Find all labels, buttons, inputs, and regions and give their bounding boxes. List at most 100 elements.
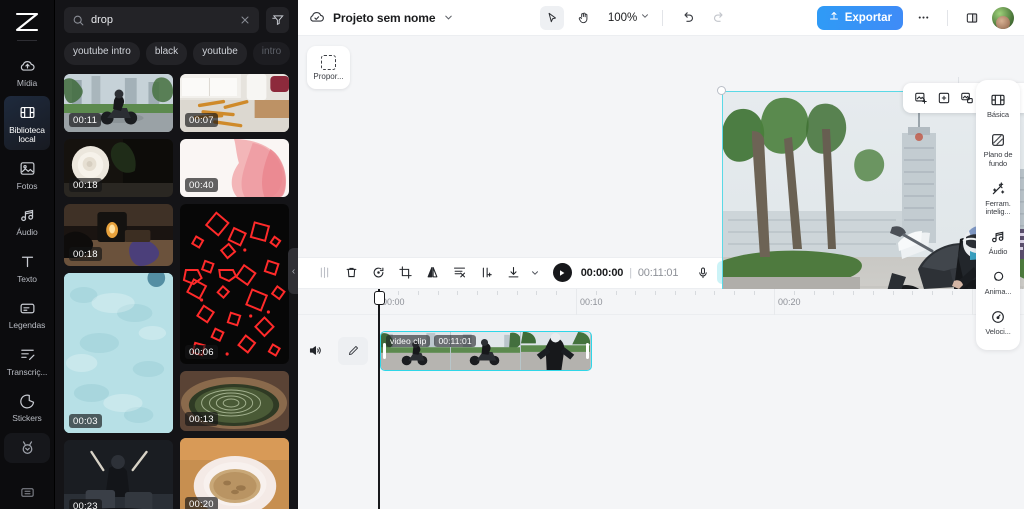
- remove-background-icon[interactable]: [447, 260, 472, 285]
- search-icon: [72, 14, 85, 27]
- total-duration: 00:11:01: [637, 266, 679, 279]
- media-thumbnail[interactable]: 00:23: [64, 440, 173, 509]
- layer-picker-icon[interactable]: [956, 88, 977, 109]
- dock-item-velocidade[interactable]: Veloci...: [978, 304, 1018, 341]
- tag-chip[interactable]: intro: [252, 42, 291, 65]
- keyboard-shortcuts-icon[interactable]: [20, 485, 35, 503]
- split-layout-icon[interactable]: [960, 6, 984, 30]
- thumbnail-duration: 00:18: [69, 247, 102, 261]
- filter-icon[interactable]: [266, 7, 289, 33]
- media-grid: 00:11 00:18 00:18 00:03 00:23 00:07 00:4…: [55, 65, 298, 509]
- rail-collapse-button[interactable]: [4, 432, 50, 463]
- user-avatar[interactable]: [992, 6, 1014, 29]
- dock-item-label: Veloci...: [985, 326, 1011, 336]
- dock-item-label: Plano de fundo: [983, 149, 1013, 168]
- video-track-row: video clip 00:11:01: [298, 329, 1024, 373]
- sidebar-item-label: Fotos: [16, 180, 38, 191]
- media-thumbnail[interactable]: 00:20: [180, 438, 289, 509]
- chevron-down-icon[interactable]: [528, 260, 541, 285]
- aspect-ratio-button[interactable]: Propor...: [307, 46, 350, 89]
- rotate-icon[interactable]: [366, 260, 391, 285]
- speaker-icon[interactable]: [300, 343, 330, 358]
- fit-to-frame-icon[interactable]: [933, 88, 954, 109]
- timeline[interactable]: 00:00 00:10 00:20 00:30: [298, 288, 1024, 509]
- media-thumbnail[interactable]: 00:06: [180, 204, 289, 364]
- panel-collapse-handle[interactable]: ‹: [288, 248, 298, 294]
- media-thumbnail[interactable]: 00:13: [180, 371, 289, 431]
- sidebar-item-fotos[interactable]: Fotos: [4, 152, 50, 197]
- media-grid-column-right: 00:07 00:40 00:06 00:13 00:20: [180, 74, 289, 509]
- tag-chip[interactable]: youtube intro: [64, 42, 140, 65]
- add-keyframe-icon[interactable]: [910, 88, 931, 109]
- zoom-level-control[interactable]: 100%: [608, 11, 650, 24]
- trash-icon[interactable]: [339, 260, 364, 285]
- sidebar-item-label: Biblioteca local: [9, 124, 45, 145]
- sidebar-item-stickers[interactable]: Stickers: [4, 384, 50, 429]
- left-nav-rail: Mídia Biblioteca local Fotos Áudio Texto…: [0, 0, 55, 509]
- time-divider: |: [629, 266, 632, 279]
- sidebar-item-label: Stickers: [12, 413, 42, 424]
- ruler-major-tick: [972, 288, 973, 315]
- download-icon[interactable]: [501, 260, 526, 285]
- clip-name: video clip: [386, 334, 431, 347]
- crop-icon[interactable]: [393, 260, 418, 285]
- split-icon[interactable]: [312, 260, 337, 285]
- sidebar-item-audio[interactable]: Áudio: [4, 198, 50, 243]
- thumbnail-duration: 00:18: [69, 178, 102, 192]
- sidebar-item-biblioteca-local[interactable]: Biblioteca local: [4, 95, 50, 150]
- chevron-down-icon[interactable]: [443, 12, 454, 23]
- close-icon[interactable]: [239, 14, 251, 26]
- media-thumbnail[interactable]: 00:11: [64, 74, 173, 132]
- sticker-icon: [17, 391, 37, 411]
- clip-badges: video clip 00:11:01: [386, 334, 476, 347]
- dock-item-animacao[interactable]: Anima...: [978, 264, 1018, 301]
- freeze-frame-icon[interactable]: [474, 260, 499, 285]
- media-thumbnail[interactable]: 00:18: [64, 204, 173, 266]
- dock-item-plano-de-fundo[interactable]: Plano de fundo: [978, 127, 1018, 173]
- clip-trim-handle-right[interactable]: [586, 342, 589, 359]
- export-button[interactable]: Exportar: [816, 5, 903, 30]
- thumbnail-duration: 00:07: [185, 113, 218, 127]
- current-time: 00:00:00: [580, 266, 624, 279]
- toolbar-divider: [662, 9, 664, 26]
- media-thumbnail[interactable]: 00:18: [64, 139, 173, 197]
- sidebar-item-midia[interactable]: Mídia: [4, 49, 50, 94]
- microphone-icon[interactable]: [690, 260, 715, 285]
- tag-chip[interactable]: black: [145, 42, 188, 65]
- ruler-major-tick: [576, 288, 577, 315]
- undo-icon[interactable]: [675, 6, 699, 30]
- properties-dock: Básica Plano de fundo Ferram. intelig...…: [976, 80, 1020, 350]
- sidebar-item-texto[interactable]: Texto: [4, 245, 50, 290]
- hand-icon[interactable]: [572, 6, 596, 30]
- pencil-icon[interactable]: [338, 336, 368, 365]
- ellipsis-icon[interactable]: [911, 6, 935, 30]
- timeline-ruler[interactable]: 00:00 00:10 00:20 00:30: [298, 288, 1024, 315]
- sidebar-item-label: Mídia: [16, 78, 38, 88]
- dock-item-audio[interactable]: Áudio: [978, 224, 1018, 261]
- export-button-label: Exportar: [844, 11, 892, 24]
- sidebar-item-legendas[interactable]: Legendas: [4, 291, 50, 336]
- search-box[interactable]: [64, 7, 259, 33]
- media-thumbnail[interactable]: 00:07: [180, 74, 289, 132]
- rail-divider: [17, 40, 37, 41]
- redo-icon[interactable]: [707, 6, 731, 30]
- timeline-clip[interactable]: video clip 00:11:01: [380, 330, 592, 371]
- mirror-icon[interactable]: [420, 260, 445, 285]
- media-thumbnail[interactable]: 00:40: [180, 139, 289, 197]
- dock-item-basica[interactable]: Básica: [978, 87, 1018, 124]
- tag-chip[interactable]: youtube: [193, 42, 247, 65]
- media-grid-column-left: 00:11 00:18 00:18 00:03 00:23: [64, 74, 173, 509]
- search-input[interactable]: [91, 14, 233, 26]
- media-thumbnail[interactable]: 00:03: [64, 273, 173, 433]
- timeline-playhead[interactable]: [373, 288, 385, 509]
- play-button[interactable]: [552, 263, 572, 282]
- sidebar-item-transcricao[interactable]: Transcriç...: [4, 338, 50, 383]
- sidebar-item-label: Transcriç...: [6, 366, 48, 377]
- cursor-arrow-icon[interactable]: [539, 5, 564, 30]
- cloud-check-icon[interactable]: [308, 9, 325, 26]
- capcut-logo-icon[interactable]: [10, 9, 44, 35]
- dock-item-ferramentas-inteligentes[interactable]: Ferram. intelig...: [978, 176, 1018, 222]
- playhead-handle[interactable]: [373, 290, 385, 305]
- resize-handle-top-left[interactable]: [717, 86, 726, 95]
- dock-item-label: Ferram. intelig...: [985, 198, 1011, 217]
